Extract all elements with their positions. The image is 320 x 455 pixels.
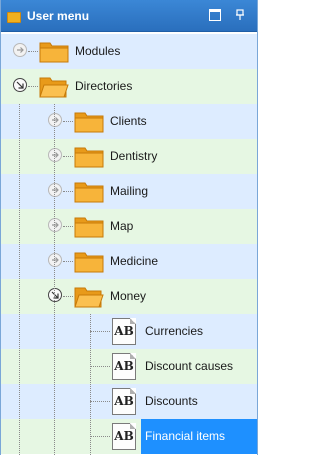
maximize-icon[interactable]	[209, 9, 221, 21]
tree-connector	[63, 296, 73, 297]
tree-item-mailing[interactable]: Mailing	[1, 174, 257, 209]
tree-item-map[interactable]: Map	[1, 209, 257, 244]
tree-connector	[28, 51, 38, 52]
tree-connector	[90, 331, 110, 332]
directory-ab-icon: AB	[112, 423, 136, 450]
tree-connector	[90, 401, 110, 402]
tree-item-currencies[interactable]: AB Currencies	[1, 314, 257, 349]
expand-arrow-icon[interactable]	[48, 148, 62, 162]
user-menu-panel: User menu Modules Directories Clients De…	[0, 0, 258, 455]
open-folder-icon	[74, 287, 104, 308]
tree-item-financial-items[interactable]: AB Financial items	[1, 419, 257, 454]
folder-icon	[39, 42, 69, 63]
tree-guide-line	[90, 314, 91, 455]
tree-item-clients[interactable]: Clients	[1, 104, 257, 139]
collapse-arrow-icon[interactable]	[13, 78, 27, 92]
tree-guide-line	[19, 104, 20, 455]
tree-label: Dentistry	[110, 149, 158, 163]
tree-item-directories[interactable]: Directories	[1, 69, 257, 104]
open-folder-icon	[39, 77, 69, 98]
folder-icon	[74, 147, 104, 168]
expand-arrow-icon[interactable]	[48, 113, 62, 127]
tree-connector	[63, 156, 73, 157]
directory-ab-icon: AB	[112, 318, 136, 345]
collapse-arrow-icon[interactable]	[48, 288, 62, 302]
tree-item-medicine[interactable]: Medicine	[1, 244, 257, 279]
tree-label: Discounts	[145, 394, 198, 408]
folder-icon	[74, 217, 104, 238]
pin-icon[interactable]	[234, 9, 246, 21]
panel-title: User menu	[27, 9, 90, 23]
tree-item-money[interactable]: Money	[1, 279, 257, 314]
directory-ab-icon: AB	[112, 388, 136, 415]
tree-item-dentistry[interactable]: Dentistry	[1, 139, 257, 174]
tree-label: Map	[110, 219, 134, 233]
panel-header: User menu	[1, 0, 257, 32]
tree-label: Mailing	[110, 184, 149, 198]
tree-connector	[63, 226, 73, 227]
tree-label: Modules	[75, 44, 121, 58]
folder-icon	[74, 252, 104, 273]
folder-icon	[74, 112, 104, 133]
expand-arrow-icon[interactable]	[48, 218, 62, 232]
tree-connector	[63, 261, 73, 262]
tree-label: Directories	[75, 79, 133, 93]
tree-label-selected: Financial items	[141, 419, 257, 454]
tree-connector	[90, 436, 110, 437]
tree-item-discounts[interactable]: AB Discounts	[1, 384, 257, 419]
tree-guide-line	[54, 104, 55, 455]
tree-label: Discount causes	[145, 359, 234, 373]
expand-arrow-icon[interactable]	[48, 183, 62, 197]
expand-arrow-icon[interactable]	[13, 43, 27, 57]
menu-folder-icon	[7, 12, 21, 23]
tree-item-discount-causes[interactable]: AB Discount causes	[1, 349, 257, 384]
expand-arrow-icon[interactable]	[48, 253, 62, 267]
tree-connector	[63, 191, 73, 192]
folder-icon	[74, 182, 104, 203]
tree-label: Money	[110, 289, 147, 303]
tree-connector	[63, 121, 73, 122]
tree-label: Medicine	[110, 254, 159, 268]
tree-label: Clients	[110, 114, 147, 128]
tree-connector	[90, 366, 110, 367]
tree-connector	[28, 86, 38, 87]
tree-item-modules[interactable]: Modules	[1, 34, 257, 69]
tree-label: Currencies	[145, 324, 204, 338]
directory-ab-icon: AB	[112, 353, 136, 380]
